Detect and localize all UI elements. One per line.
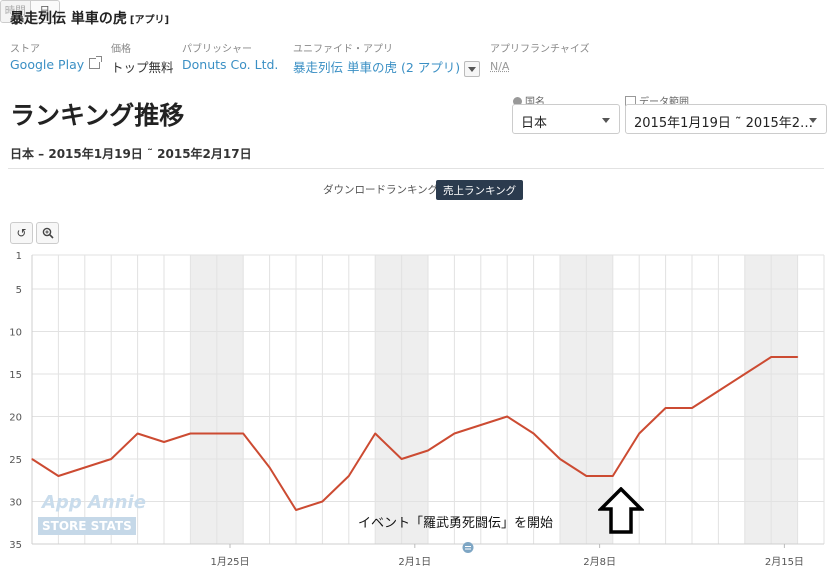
caret-down-icon xyxy=(809,118,817,123)
store-label: ストア xyxy=(10,44,40,55)
ranking-data-point xyxy=(163,441,165,443)
ranking-data-point xyxy=(348,475,350,477)
store-value: Google Play xyxy=(10,57,85,72)
caret-down-icon xyxy=(602,118,610,123)
ranking-data-point xyxy=(665,407,667,409)
ranking-data-point xyxy=(84,466,86,469)
page-title: ランキング推移 xyxy=(10,101,185,130)
x-tick-label: 2月15日 xyxy=(765,556,804,568)
ranking-data-point xyxy=(717,390,720,392)
price-value: トップ無料 xyxy=(111,60,174,75)
chevron-down-icon[interactable] xyxy=(464,60,481,77)
date-range-select[interactable]: 2015年1月19日 ˜ 2015年2… xyxy=(625,104,827,134)
zoom-in-icon xyxy=(42,227,54,239)
event-annotation: イベント「羅武勇死闘伝」を開始 xyxy=(358,516,554,531)
franchise-label: アプリフランチャイズ xyxy=(490,44,590,55)
country-select[interactable]: 日本 xyxy=(512,104,620,134)
y-tick-label: 1 xyxy=(16,251,22,262)
ranking-data-point xyxy=(797,356,799,358)
x-tick-label: 1月25日 xyxy=(210,556,249,568)
ranking-data-point xyxy=(110,458,112,460)
ranking-data-point xyxy=(691,407,693,409)
ranking-data-point xyxy=(506,415,508,418)
ranking-data-point xyxy=(189,432,191,435)
ranking-data-point xyxy=(638,432,640,435)
x-tick-label: 2月8日 xyxy=(583,556,616,568)
ranking-data-point xyxy=(321,500,323,503)
y-tick-label: 15 xyxy=(9,370,22,381)
publisher-label: パブリッシャー xyxy=(182,44,252,55)
reset-zoom-button[interactable]: ↺ xyxy=(10,222,33,244)
app-type-tag: [アプリ] xyxy=(129,15,170,26)
y-tick-label: 20 xyxy=(9,413,22,424)
ranking-data-point xyxy=(137,432,139,435)
ranking-data-point xyxy=(585,475,588,477)
y-tick-label: 10 xyxy=(9,328,22,339)
country-select-value: 日本 xyxy=(521,116,548,131)
ranking-data-point xyxy=(770,356,772,358)
ranking-data-point xyxy=(57,475,60,477)
ranking-data-point xyxy=(401,458,403,460)
ranking-data-point xyxy=(453,432,455,435)
y-tick-label: 35 xyxy=(9,540,22,551)
tab-download-ranking[interactable]: ダウンロードランキング xyxy=(323,182,438,197)
ranking-data-point xyxy=(269,466,271,469)
franchise-value: N/A xyxy=(490,60,510,73)
y-tick-label: 30 xyxy=(9,498,22,509)
y-tick-label: 5 xyxy=(16,285,22,296)
store-link[interactable]: Google Play xyxy=(10,56,103,72)
publisher-link[interactable]: Donuts Co. Ltd. xyxy=(182,57,278,72)
watermark-subtext: STORE STATS xyxy=(38,517,136,535)
ranking-data-point xyxy=(242,432,244,435)
ranking-data-point xyxy=(744,373,746,375)
app-title: 暴走列伝 単車の虎 [アプリ] xyxy=(10,8,169,28)
divider xyxy=(8,168,824,169)
x-tick-label: 2月1日 xyxy=(398,556,431,568)
chat-bubble-icon[interactable] xyxy=(461,541,475,555)
tab-sales-ranking[interactable]: 売上ランキング xyxy=(436,180,524,200)
ranking-data-point xyxy=(427,449,429,452)
price-label: 価格 xyxy=(111,44,131,55)
y-tick-label: 25 xyxy=(9,455,22,466)
ranking-data-point xyxy=(480,424,482,426)
ranking-data-point xyxy=(374,432,376,435)
ranking-data-point xyxy=(559,458,561,460)
ranking-data-point xyxy=(295,509,297,511)
unified-app-value: 暴走列伝 単車の虎 (2 アプリ) xyxy=(293,60,461,75)
zoom-button[interactable] xyxy=(36,222,59,244)
reset-icon: ↺ xyxy=(16,226,27,240)
date-range-value: 2015年1月19日 ˜ 2015年2… xyxy=(634,116,814,131)
external-link-icon xyxy=(89,56,103,69)
ranking-data-point xyxy=(216,432,218,435)
up-arrow-icon xyxy=(598,487,644,534)
unified-app-link[interactable]: 暴走列伝 単車の虎 (2 アプリ) xyxy=(293,57,481,77)
ranking-data-point xyxy=(533,432,535,435)
watermark-logo: App Annie xyxy=(42,492,146,513)
app-name: 暴走列伝 単車の虎 xyxy=(10,11,127,27)
unified-app-label: ユニファイド・アプリ xyxy=(293,44,393,55)
ranking-data-point xyxy=(31,458,33,460)
ranking-data-point xyxy=(612,475,614,477)
page-subtitle: 日本 – 2015年1月19日 ˜ 2015年2月17日 xyxy=(10,147,252,161)
